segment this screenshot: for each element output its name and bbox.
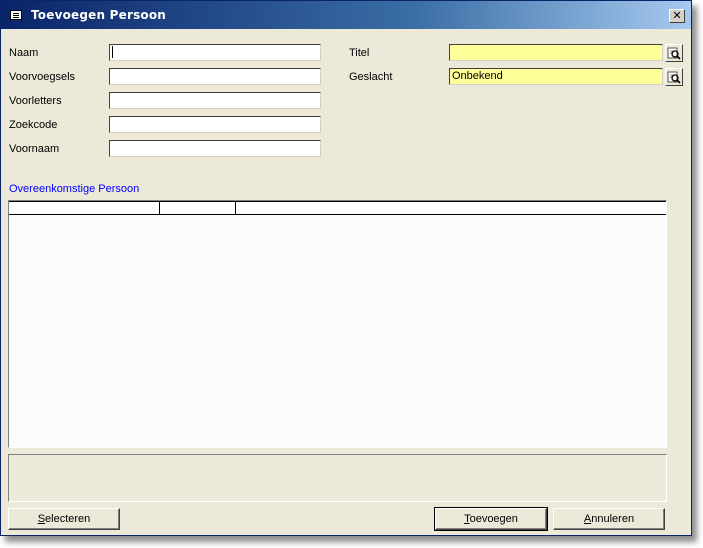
naam-field[interactable] bbox=[109, 44, 321, 61]
voornaam-label: Voornaam bbox=[9, 143, 60, 155]
dialog-window: Toevoegen Persoon ✕ Naam Voorvoegsels Vo… bbox=[0, 0, 692, 536]
naam-label: Naam bbox=[9, 47, 39, 59]
voorvoegsels-label: Voorvoegsels bbox=[9, 71, 76, 83]
titel-field[interactable] bbox=[449, 44, 663, 61]
magnifier-icon bbox=[667, 47, 681, 60]
matches-label: Overeenkomstige Persoon bbox=[9, 183, 140, 195]
matches-list[interactable] bbox=[8, 200, 667, 448]
form-icon bbox=[10, 10, 22, 20]
geslacht-field[interactable]: Onbekend bbox=[449, 68, 663, 85]
titel-label: Titel bbox=[349, 47, 370, 59]
titel-lookup-button[interactable] bbox=[665, 44, 683, 62]
column-header[interactable] bbox=[9, 202, 160, 214]
zoekcode-label: Zoekcode bbox=[9, 119, 58, 131]
column-header[interactable] bbox=[160, 202, 236, 214]
select-button[interactable]: Selecteren bbox=[8, 508, 120, 530]
voorvoegsels-field[interactable] bbox=[109, 68, 321, 85]
title-bar[interactable]: Toevoegen Persoon ✕ bbox=[1, 1, 691, 29]
list-header bbox=[9, 201, 666, 215]
close-button[interactable]: ✕ bbox=[669, 9, 685, 23]
geslacht-label: Geslacht bbox=[349, 71, 393, 83]
window-title: Toevoegen Persoon bbox=[31, 8, 167, 22]
voornaam-field[interactable] bbox=[109, 140, 321, 157]
add-button[interactable]: Toevoegen bbox=[434, 507, 548, 531]
details-panel bbox=[8, 454, 667, 502]
cancel-button[interactable]: Annuleren bbox=[553, 508, 665, 530]
close-icon: ✕ bbox=[672, 9, 682, 22]
text-caret bbox=[112, 46, 113, 59]
geslacht-lookup-button[interactable] bbox=[665, 68, 683, 86]
column-header[interactable] bbox=[236, 202, 666, 214]
zoekcode-field[interactable] bbox=[109, 116, 321, 133]
magnifier-icon bbox=[667, 71, 681, 84]
voorletters-label: Voorletters bbox=[9, 95, 62, 107]
voorletters-field[interactable] bbox=[109, 92, 321, 109]
